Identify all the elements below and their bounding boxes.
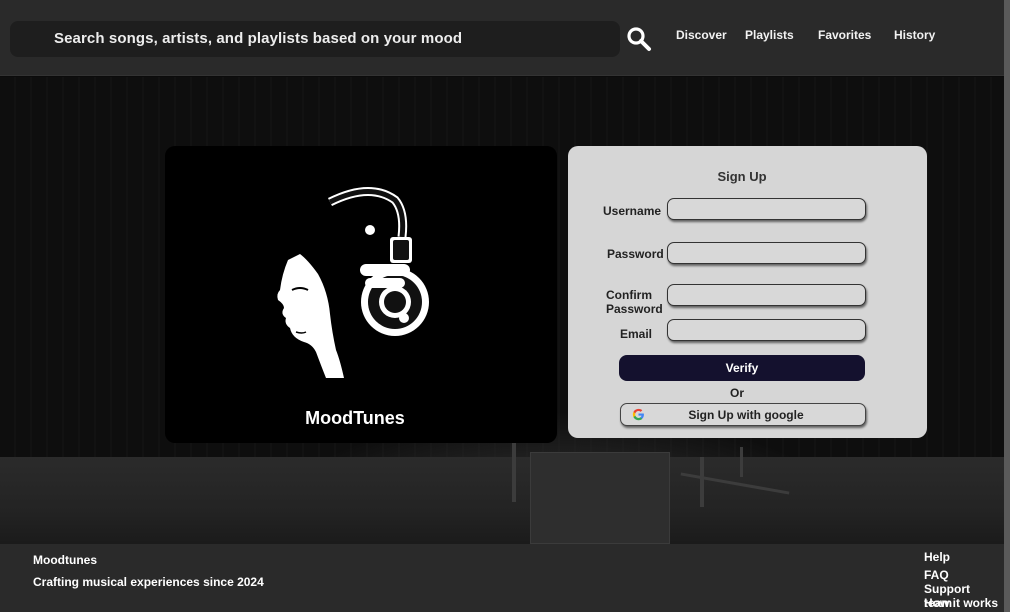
google-signup-button[interactable]: Sign Up with google — [620, 403, 866, 426]
nav-history[interactable]: History — [894, 28, 935, 42]
google-signup-label: Sign Up with google — [688, 408, 804, 422]
footer-tagline: Crafting musical experiences since 2024 — [33, 575, 264, 589]
stage-floor — [0, 457, 1004, 544]
search-icon[interactable] — [624, 24, 654, 54]
stage-stand — [512, 442, 516, 502]
username-label: Username — [603, 204, 662, 218]
stage-stand — [740, 447, 743, 477]
email-field[interactable] — [667, 319, 866, 341]
password-label: Password — [607, 247, 664, 261]
footer-link-how-it-works[interactable]: How it works — [924, 596, 998, 610]
password-field[interactable] — [667, 242, 866, 264]
footer-link-faq[interactable]: FAQ — [924, 568, 998, 582]
search-input[interactable]: Search songs, artists, and playlists bas… — [54, 30, 462, 47]
nav-playlists[interactable]: Playlists — [745, 28, 794, 42]
help-heading: Help — [924, 550, 951, 564]
nav-discover[interactable]: Discover — [676, 28, 727, 42]
footer-title: Moodtunes — [33, 553, 97, 567]
help-links: FAQ Support team How it works — [924, 568, 999, 610]
signup-card: Sign Up Username Password Confirm Passwo… — [568, 146, 927, 438]
username-field[interactable] — [667, 198, 866, 220]
confirm-password-label: Confirm Password — [606, 288, 663, 316]
footer-link-support[interactable]: Support — [924, 582, 998, 596]
search-bar[interactable]: Search songs, artists, and playlists bas… — [10, 21, 620, 57]
email-label: Email — [620, 327, 653, 341]
stage-amplifier — [530, 452, 670, 544]
or-divider: Or — [729, 386, 744, 400]
top-header: Search songs, artists, and playlists bas… — [0, 0, 1004, 76]
footer: Moodtunes Crafting musical experiences s… — [0, 544, 1004, 612]
confirm-password-field[interactable] — [667, 284, 866, 306]
signup-title: Sign Up — [717, 169, 767, 184]
stage-stand — [700, 457, 704, 507]
verify-button[interactable]: Verify — [619, 355, 865, 381]
nav-favorites[interactable]: Favorites — [818, 28, 871, 42]
brand-card: MoodTunes — [165, 146, 557, 443]
scrollbar[interactable] — [1004, 0, 1010, 612]
brand-name: MoodTunes — [305, 408, 405, 428]
google-g-icon — [632, 408, 645, 426]
woman-with-headphones-icon — [277, 187, 429, 378]
